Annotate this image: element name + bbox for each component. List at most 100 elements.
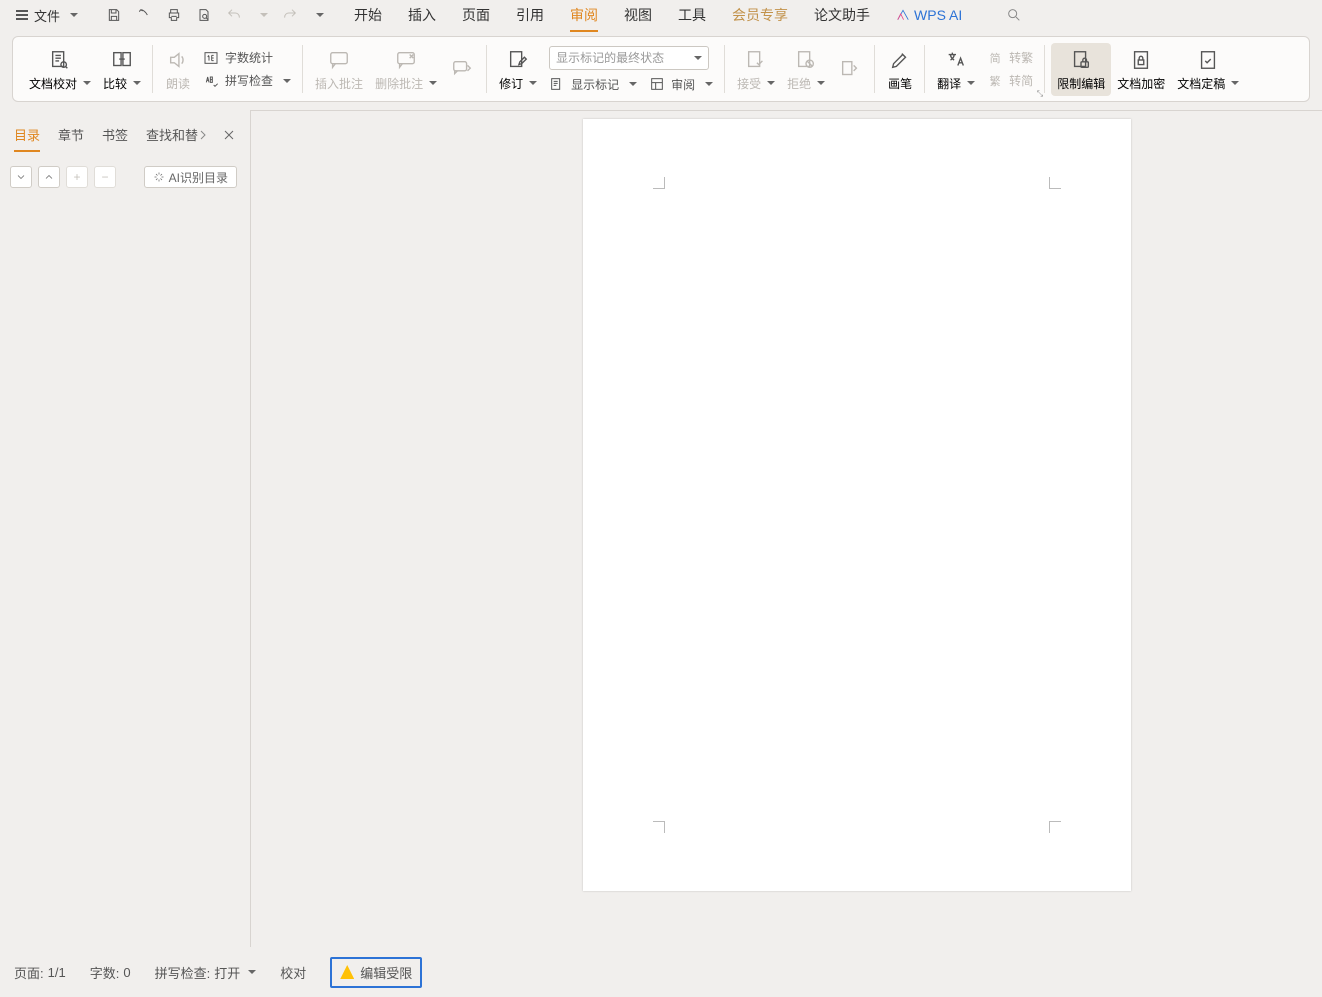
status-spell-value: 打开 [214,963,240,982]
chevron-down-icon [705,82,713,86]
display-mode-dropdown[interactable]: 显示标记的最终状态 [549,46,709,70]
chevron-down-icon [767,81,775,85]
status-edit-restricted[interactable]: 编辑受限 [330,957,422,988]
sync-icon[interactable] [136,7,152,23]
wpsai-icon [896,8,910,22]
show-markup-label: 显示标记 [571,76,619,93]
hamburger-icon [16,10,28,20]
restrict-editing-button[interactable]: 限制编辑 [1051,43,1111,96]
tab-thesis[interactable]: 论文助手 [814,1,870,29]
status-bar: 页面: 1/1 字数: 0 拼写检查: 打开 校对 编辑受限 [0,947,1322,997]
tab-wpsai-label: WPS AI [914,7,962,23]
tab-page[interactable]: 页面 [462,1,490,29]
sidebar-tab-bookmark[interactable]: 书签 [102,125,128,144]
tab-start[interactable]: 开始 [354,1,382,29]
track-changes-icon [505,47,531,73]
sparkle-icon [153,171,165,183]
compare-button[interactable]: 比较 [97,43,147,96]
sidebar-close-icon[interactable] [221,127,237,143]
file-menu[interactable]: 文件 [8,2,86,29]
toc-expand-button[interactable]: + [66,166,88,188]
sidebar-tab-scroll-icon[interactable] [195,127,211,143]
search-icon[interactable] [1006,7,1022,23]
doc-compare-button[interactable]: 文档校对 [23,43,97,96]
spell-check-label: 拼写检查 [225,72,273,89]
to-simplified-button[interactable]: 繁 转简 [987,72,1033,89]
change-nav-button[interactable] [831,52,869,86]
document-canvas[interactable] [250,110,1322,947]
chevron-down-icon [1231,81,1239,85]
compare-label: 比较 [103,75,127,92]
status-spell-label: 拼写检查: [155,963,211,982]
accept-label: 接受 [737,75,761,92]
review-pane-button[interactable]: 审阅 [649,76,713,93]
insert-comment-button[interactable]: 插入批注 [309,43,369,96]
translate-label: 翻译 [937,75,961,92]
finalize-doc-button[interactable]: 文档定稿 [1171,43,1245,96]
translate-icon [943,47,969,73]
status-proofread[interactable]: 校对 [280,963,306,982]
to-traditional-label: 转繁 [1009,49,1033,66]
tab-tools[interactable]: 工具 [678,1,706,29]
page-margin-corner [1049,177,1061,189]
accept-button[interactable]: 接受 [731,43,781,96]
chevron-down-icon [248,970,256,974]
save-icon[interactable] [106,7,122,23]
ai-toc-button[interactable]: AI识别目录 [144,166,237,188]
warning-icon [340,965,354,979]
undo-icon[interactable] [226,7,242,23]
toc-next-button[interactable] [10,166,32,188]
chevron-down-icon [429,81,437,85]
tab-member[interactable]: 会员专享 [732,1,788,29]
undo-dropdown-icon[interactable] [260,13,268,17]
status-page[interactable]: 页面: 1/1 [14,963,66,982]
comment-nav-button[interactable] [443,52,481,86]
tab-wpsai[interactable]: WPS AI [896,3,962,27]
translate-button[interactable]: 翻译 [931,43,981,96]
tab-reference[interactable]: 引用 [516,1,544,29]
file-menu-label: 文件 [34,6,60,25]
to-traditional-button[interactable]: 简 转繁 [987,49,1033,66]
word-count-button[interactable]: 字数统计 [203,49,291,66]
encrypt-doc-button[interactable]: 文档加密 [1111,43,1171,96]
track-changes-button[interactable]: 修订 [493,43,543,96]
reject-icon [793,47,819,73]
show-markup-button[interactable]: 显示标记 [549,76,637,93]
delete-comment-button[interactable]: 删除批注 [369,43,443,96]
encrypt-doc-icon [1128,47,1154,73]
page-margin-corner [653,177,665,189]
sidebar-tab-chapter[interactable]: 章节 [58,125,84,144]
status-word-count[interactable]: 字数: 0 [90,963,131,982]
pen-button[interactable]: 画笔 [881,43,919,96]
chevron-down-icon [817,81,825,85]
sidebar-tab-find-replace[interactable]: 查找和替 [146,125,198,144]
tab-review[interactable]: 审阅 [570,1,598,29]
word-count-icon [203,50,219,66]
reject-button[interactable]: 拒绝 [781,43,831,96]
pen-label: 画笔 [888,75,912,92]
status-edit-restricted-label: 编辑受限 [360,963,412,982]
tab-insert[interactable]: 插入 [408,1,436,29]
qat-more-icon[interactable] [316,13,324,17]
document-page[interactable] [583,119,1131,891]
spell-check-icon [203,73,219,89]
group-launcher-icon[interactable]: ⤡ [1037,89,1043,99]
page-margin-corner [653,821,665,833]
toc-prev-button[interactable] [38,166,60,188]
toc-collapse-button[interactable]: − [94,166,116,188]
restrict-editing-label: 限制编辑 [1057,75,1105,92]
sidebar-tab-toc[interactable]: 目录 [14,125,40,144]
read-aloud-button[interactable]: 朗读 [159,43,197,96]
status-word-label: 字数: [90,963,120,982]
tab-view[interactable]: 视图 [624,1,652,29]
spell-check-button[interactable]: 拼写检查 [203,72,291,89]
compare-icon [109,47,135,73]
redo-icon[interactable] [282,7,298,23]
chevron-down-icon [133,81,141,85]
status-spell-check[interactable]: 拼写检查: 打开 [155,963,257,982]
chevron-down-icon [967,81,975,85]
chevron-down-icon [694,56,702,60]
insert-comment-icon [326,47,352,73]
print-icon[interactable] [166,7,182,23]
print-preview-icon[interactable] [196,7,212,23]
